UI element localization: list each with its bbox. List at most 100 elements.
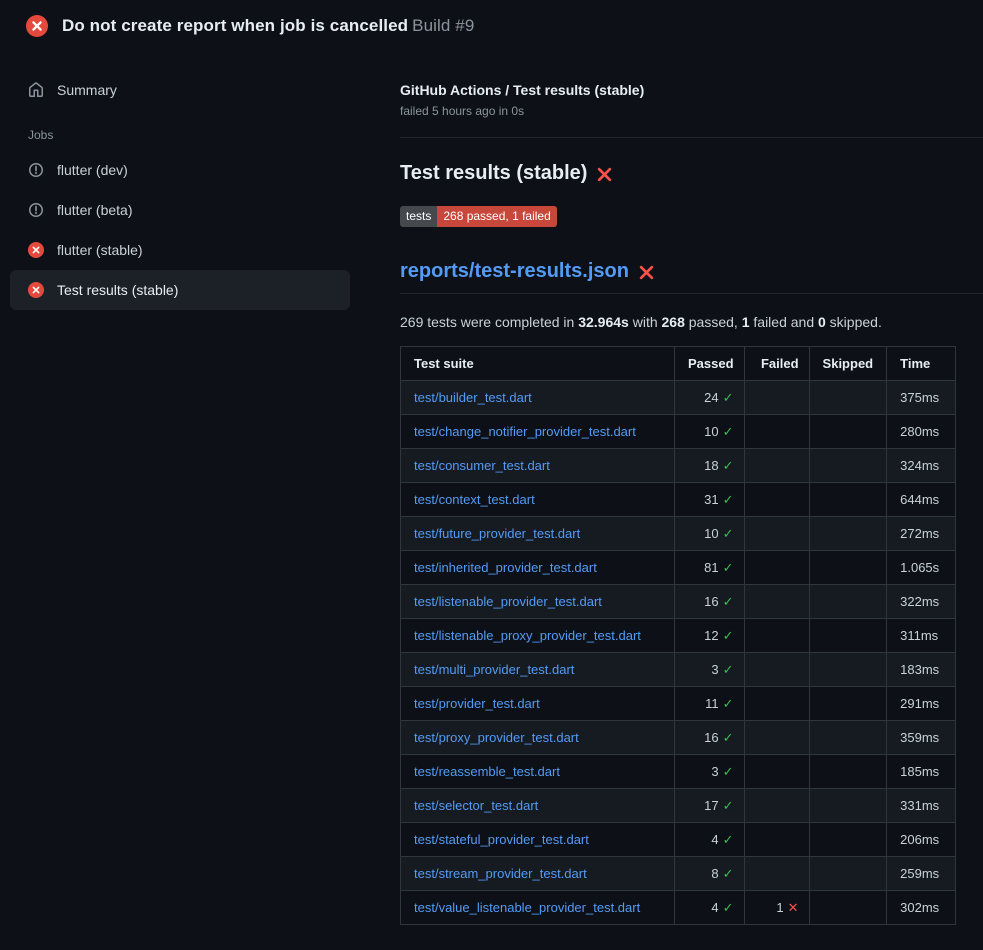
time-cell: 1.065s	[887, 551, 956, 585]
passed-count: 17	[704, 798, 718, 813]
test-suite-link[interactable]: test/value_listenable_provider_test.dart	[414, 900, 640, 915]
table-row: test/builder_test.dart24✓375ms	[401, 381, 956, 415]
passed-cell: 4✓	[675, 891, 745, 925]
table-row: test/provider_test.dart11✓291ms	[401, 687, 956, 721]
table-row: test/context_test.dart31✓644ms	[401, 483, 956, 517]
section-title-text: Test results (stable)	[400, 162, 587, 185]
skipped-cell	[809, 687, 887, 721]
failed-cell	[744, 857, 809, 891]
time-cell: 331ms	[887, 789, 956, 823]
failed-cell	[744, 789, 809, 823]
table-row: test/inherited_provider_test.dart 81✓ 1.06…	[401, 551, 956, 585]
failed-cell	[744, 653, 809, 687]
report-link[interactable]: reports/test-results.json	[400, 260, 629, 283]
sidebar-item-label: Summary	[57, 82, 117, 98]
test-suite-link[interactable]: test/reassemble_test.dart	[414, 764, 560, 779]
sidebar-item-flutter-beta[interactable]: flutter (beta)	[10, 190, 350, 230]
test-suite-link[interactable]: test/listenable_proxy_provider_test.dart	[414, 628, 641, 643]
test-suite-link[interactable]: test/future_provider_test.dart	[414, 526, 580, 541]
sidebar-item-test-results-stable[interactable]: Test results (stable)	[10, 270, 350, 310]
check-icon: ✓	[723, 628, 734, 643]
time-cell: 272ms	[887, 517, 956, 551]
time-cell: 322ms	[887, 585, 956, 619]
col-header-time: Time	[887, 347, 956, 381]
passed-cell: 16✓	[675, 585, 745, 619]
failed-x-icon	[596, 166, 613, 183]
table-row: test/change_notifier_provider_test.dart 1…	[401, 415, 956, 449]
table-row: test/stream_provider_test.dart8✓259ms	[401, 857, 956, 891]
suite-cell: test/builder_test.dart	[401, 381, 675, 415]
col-header-test-suite: Test suite	[401, 347, 675, 381]
passed-count: 8	[711, 866, 718, 881]
passed-cell: 16✓	[675, 721, 745, 755]
suite-cell: test/stateful_provider_test.dart	[401, 823, 675, 857]
failed-icon	[28, 282, 44, 298]
test-suite-link[interactable]: test/proxy_provider_test.dart	[414, 730, 579, 745]
test-suite-link[interactable]: test/multi_provider_test.dart	[414, 662, 574, 677]
test-suite-link[interactable]: test/change_notifier_provider_test.dart	[414, 424, 636, 439]
passed-cell: 4✓	[675, 823, 745, 857]
build-failed-icon	[26, 15, 48, 37]
suite-cell: test/consumer_test.dart	[401, 449, 675, 483]
skipped-cell	[809, 755, 887, 789]
failed-x-icon	[638, 264, 655, 281]
failed-cell	[744, 687, 809, 721]
sidebar-item-label: flutter (dev)	[57, 162, 128, 178]
neutral-icon	[28, 202, 44, 218]
passed-cell: 17 ✓	[675, 789, 745, 823]
passed-cell: 18✓	[675, 449, 745, 483]
time-cell: 206ms	[887, 823, 956, 857]
passed-cell: 31✓	[675, 483, 745, 517]
failed-icon	[28, 242, 44, 258]
check-icon: ✓	[723, 798, 734, 813]
sidebar-item-flutter-stable[interactable]: flutter (stable)	[10, 230, 350, 270]
check-icon: ✓	[723, 696, 734, 711]
table-row: test/selector_test.dart 17 ✓ 331ms	[401, 789, 956, 823]
failed-cell: 1✕	[744, 891, 809, 925]
passed-count: 4	[711, 832, 718, 847]
suite-cell: test/selector_test.dart	[401, 789, 675, 823]
test-suite-link[interactable]: test/inherited_provider_test.dart	[414, 560, 597, 575]
sidebar-item-flutter-dev[interactable]: flutter (dev)	[10, 150, 350, 190]
check-icon: ✓	[723, 730, 734, 745]
failed-cell	[744, 755, 809, 789]
test-suite-link[interactable]: test/builder_test.dart	[414, 390, 532, 405]
test-suite-link[interactable]: test/consumer_test.dart	[414, 458, 550, 473]
sidebar-item-summary[interactable]: Summary	[10, 70, 350, 110]
passed-cell: 8✓	[675, 857, 745, 891]
table-row: test/reassemble_test.dart3✓185ms	[401, 755, 956, 789]
skipped-cell	[809, 517, 887, 551]
failed-cell	[744, 517, 809, 551]
test-suite-link[interactable]: test/provider_test.dart	[414, 696, 540, 711]
test-suite-link[interactable]: test/context_test.dart	[414, 492, 535, 507]
passed-count: 24	[704, 390, 718, 405]
table-row: test/stateful_provider_test.dart 4✓ 206ms	[401, 823, 956, 857]
check-icon: ✓	[723, 492, 734, 507]
col-header-failed: Failed	[744, 347, 809, 381]
table-row: test/future_provider_test.dart 10✓ 272ms	[401, 517, 956, 551]
summary-failed: 1	[742, 314, 750, 330]
build-title-text: Do not create report when job is cancell…	[62, 16, 408, 35]
check-icon: ✓	[723, 526, 734, 541]
section-title: Test results (stable)	[400, 162, 983, 185]
failed-cell	[744, 619, 809, 653]
passed-cell: 10✓	[675, 517, 745, 551]
test-suite-link[interactable]: test/listenable_provider_test.dart	[414, 594, 602, 609]
failed-cell	[744, 483, 809, 517]
build-header: Do not create report when job is cancell…	[0, 0, 983, 50]
time-cell: 359ms	[887, 721, 956, 755]
test-suite-link[interactable]: test/stateful_provider_test.dart	[414, 832, 589, 847]
test-suite-link[interactable]: test/selector_test.dart	[414, 798, 538, 813]
time-cell: 302ms	[887, 891, 956, 925]
summary-skipped: 0	[818, 314, 826, 330]
passed-cell: 10✓	[675, 415, 745, 449]
sidebar-item-label: flutter (stable)	[57, 242, 143, 258]
skipped-cell	[809, 789, 887, 823]
suite-cell: test/context_test.dart	[401, 483, 675, 517]
passed-cell: 12✓	[675, 619, 745, 653]
failed-x-icon: ✕	[788, 900, 799, 915]
test-suite-link[interactable]: test/stream_provider_test.dart	[414, 866, 587, 881]
time-cell: 291ms	[887, 687, 956, 721]
passed-cell: 81✓	[675, 551, 745, 585]
table-row: test/listenable_proxy_provider_test.dart…	[401, 619, 956, 653]
